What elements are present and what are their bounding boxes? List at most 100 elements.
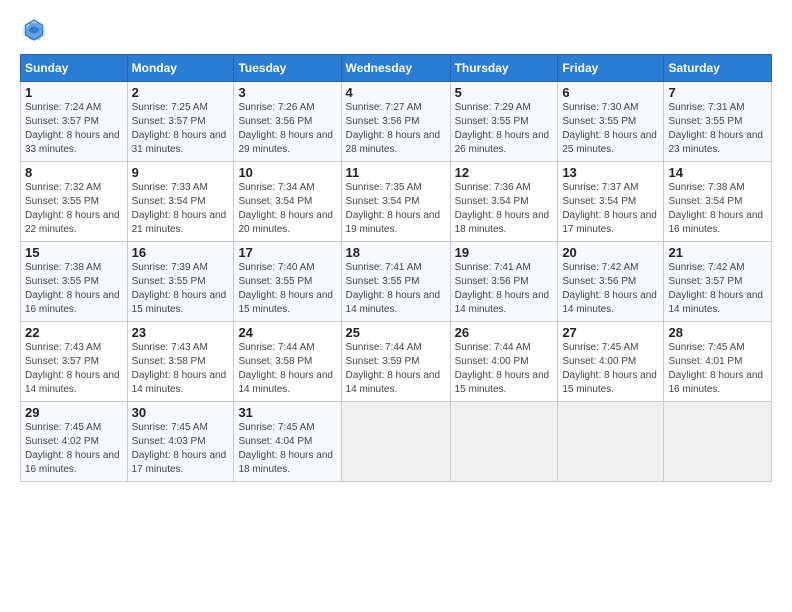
sunset-label: Sunset: 4:01 PM [668,356,742,367]
day-number: 8 [25,165,123,180]
day-info: Sunrise: 7:38 AM Sunset: 3:55 PM Dayligh… [25,261,123,317]
sunset-label: Sunset: 3:54 PM [668,196,742,207]
day-number: 22 [25,325,123,340]
header [20,16,772,44]
day-info: Sunrise: 7:45 AM Sunset: 4:03 PM Dayligh… [132,421,230,477]
sunset-label: Sunset: 3:54 PM [455,196,529,207]
daylight-label: Daylight: 8 hours and 14 minutes. [238,370,333,395]
daylight-label: Daylight: 8 hours and 23 minutes. [668,130,763,155]
daylight-label: Daylight: 8 hours and 26 minutes. [455,130,550,155]
daylight-label: Daylight: 8 hours and 14 minutes. [455,290,550,315]
day-number: 12 [455,165,554,180]
day-info: Sunrise: 7:29 AM Sunset: 3:55 PM Dayligh… [455,101,554,157]
sunrise-label: Sunrise: 7:34 AM [238,182,314,193]
calendar-week-1: 1 Sunrise: 7:24 AM Sunset: 3:57 PM Dayli… [21,82,772,162]
calendar-cell: 7 Sunrise: 7:31 AM Sunset: 3:55 PM Dayli… [664,82,772,162]
sunrise-label: Sunrise: 7:35 AM [346,182,422,193]
day-info: Sunrise: 7:43 AM Sunset: 3:57 PM Dayligh… [25,341,123,397]
day-number: 11 [346,165,446,180]
sunrise-label: Sunrise: 7:45 AM [238,422,314,433]
calendar-cell: 19 Sunrise: 7:41 AM Sunset: 3:56 PM Dayl… [450,242,558,322]
calendar-cell [450,402,558,482]
sunrise-label: Sunrise: 7:30 AM [562,102,638,113]
day-info: Sunrise: 7:27 AM Sunset: 3:56 PM Dayligh… [346,101,446,157]
sunset-label: Sunset: 3:55 PM [455,116,529,127]
daylight-label: Daylight: 8 hours and 20 minutes. [238,210,333,235]
daylight-label: Daylight: 8 hours and 14 minutes. [668,290,763,315]
day-number: 31 [238,405,336,420]
sunrise-label: Sunrise: 7:27 AM [346,102,422,113]
day-number: 3 [238,85,336,100]
sunrise-label: Sunrise: 7:44 AM [455,342,531,353]
day-number: 4 [346,85,446,100]
sunset-label: Sunset: 3:55 PM [668,116,742,127]
day-number: 18 [346,245,446,260]
day-number: 17 [238,245,336,260]
daylight-label: Daylight: 8 hours and 16 minutes. [668,210,763,235]
sunset-label: Sunset: 3:55 PM [562,116,636,127]
day-number: 16 [132,245,230,260]
sunrise-label: Sunrise: 7:31 AM [668,102,744,113]
day-number: 2 [132,85,230,100]
day-info: Sunrise: 7:31 AM Sunset: 3:55 PM Dayligh… [668,101,767,157]
calendar-cell: 20 Sunrise: 7:42 AM Sunset: 3:56 PM Dayl… [558,242,664,322]
sunset-label: Sunset: 3:55 PM [25,276,99,287]
daylight-label: Daylight: 8 hours and 18 minutes. [238,450,333,475]
sunset-label: Sunset: 4:03 PM [132,436,206,447]
calendar-cell: 26 Sunrise: 7:44 AM Sunset: 4:00 PM Dayl… [450,322,558,402]
sunset-label: Sunset: 3:58 PM [238,356,312,367]
daylight-label: Daylight: 8 hours and 29 minutes. [238,130,333,155]
day-info: Sunrise: 7:24 AM Sunset: 3:57 PM Dayligh… [25,101,123,157]
day-number: 24 [238,325,336,340]
weekday-header-wednesday: Wednesday [341,55,450,82]
calendar-cell: 28 Sunrise: 7:45 AM Sunset: 4:01 PM Dayl… [664,322,772,402]
daylight-label: Daylight: 8 hours and 33 minutes. [25,130,120,155]
calendar-cell: 4 Sunrise: 7:27 AM Sunset: 3:56 PM Dayli… [341,82,450,162]
calendar-cell: 3 Sunrise: 7:26 AM Sunset: 3:56 PM Dayli… [234,82,341,162]
day-info: Sunrise: 7:38 AM Sunset: 3:54 PM Dayligh… [668,181,767,237]
calendar-cell: 23 Sunrise: 7:43 AM Sunset: 3:58 PM Dayl… [127,322,234,402]
calendar-cell: 6 Sunrise: 7:30 AM Sunset: 3:55 PM Dayli… [558,82,664,162]
day-info: Sunrise: 7:25 AM Sunset: 3:57 PM Dayligh… [132,101,230,157]
calendar-cell: 12 Sunrise: 7:36 AM Sunset: 3:54 PM Dayl… [450,162,558,242]
sunrise-label: Sunrise: 7:43 AM [132,342,208,353]
sunset-label: Sunset: 3:54 PM [132,196,206,207]
day-info: Sunrise: 7:40 AM Sunset: 3:55 PM Dayligh… [238,261,336,317]
sunset-label: Sunset: 3:55 PM [132,276,206,287]
calendar-cell: 17 Sunrise: 7:40 AM Sunset: 3:55 PM Dayl… [234,242,341,322]
sunset-label: Sunset: 3:54 PM [238,196,312,207]
day-info: Sunrise: 7:36 AM Sunset: 3:54 PM Dayligh… [455,181,554,237]
day-number: 25 [346,325,446,340]
day-number: 29 [25,405,123,420]
calendar-week-5: 29 Sunrise: 7:45 AM Sunset: 4:02 PM Dayl… [21,402,772,482]
sunset-label: Sunset: 3:54 PM [562,196,636,207]
day-number: 15 [25,245,123,260]
sunrise-label: Sunrise: 7:42 AM [562,262,638,273]
sunrise-label: Sunrise: 7:38 AM [668,182,744,193]
daylight-label: Daylight: 8 hours and 14 minutes. [25,370,120,395]
calendar-cell [341,402,450,482]
daylight-label: Daylight: 8 hours and 25 minutes. [562,130,657,155]
sunrise-label: Sunrise: 7:33 AM [132,182,208,193]
daylight-label: Daylight: 8 hours and 14 minutes. [132,370,227,395]
calendar-cell: 8 Sunrise: 7:32 AM Sunset: 3:55 PM Dayli… [21,162,128,242]
day-info: Sunrise: 7:45 AM Sunset: 4:00 PM Dayligh… [562,341,659,397]
sunrise-label: Sunrise: 7:45 AM [668,342,744,353]
weekday-header-row: SundayMondayTuesdayWednesdayThursdayFrid… [21,55,772,82]
calendar-week-2: 8 Sunrise: 7:32 AM Sunset: 3:55 PM Dayli… [21,162,772,242]
sunset-label: Sunset: 3:55 PM [238,276,312,287]
sunset-label: Sunset: 3:55 PM [25,196,99,207]
day-number: 30 [132,405,230,420]
daylight-label: Daylight: 8 hours and 14 minutes. [346,370,441,395]
sunset-label: Sunset: 3:56 PM [562,276,636,287]
day-info: Sunrise: 7:26 AM Sunset: 3:56 PM Dayligh… [238,101,336,157]
day-info: Sunrise: 7:44 AM Sunset: 3:59 PM Dayligh… [346,341,446,397]
sunset-label: Sunset: 3:56 PM [238,116,312,127]
sunrise-label: Sunrise: 7:45 AM [132,422,208,433]
calendar-cell: 18 Sunrise: 7:41 AM Sunset: 3:55 PM Dayl… [341,242,450,322]
calendar-cell: 15 Sunrise: 7:38 AM Sunset: 3:55 PM Dayl… [21,242,128,322]
sunset-label: Sunset: 4:02 PM [25,436,99,447]
day-number: 27 [562,325,659,340]
sunrise-label: Sunrise: 7:26 AM [238,102,314,113]
daylight-label: Daylight: 8 hours and 19 minutes. [346,210,441,235]
